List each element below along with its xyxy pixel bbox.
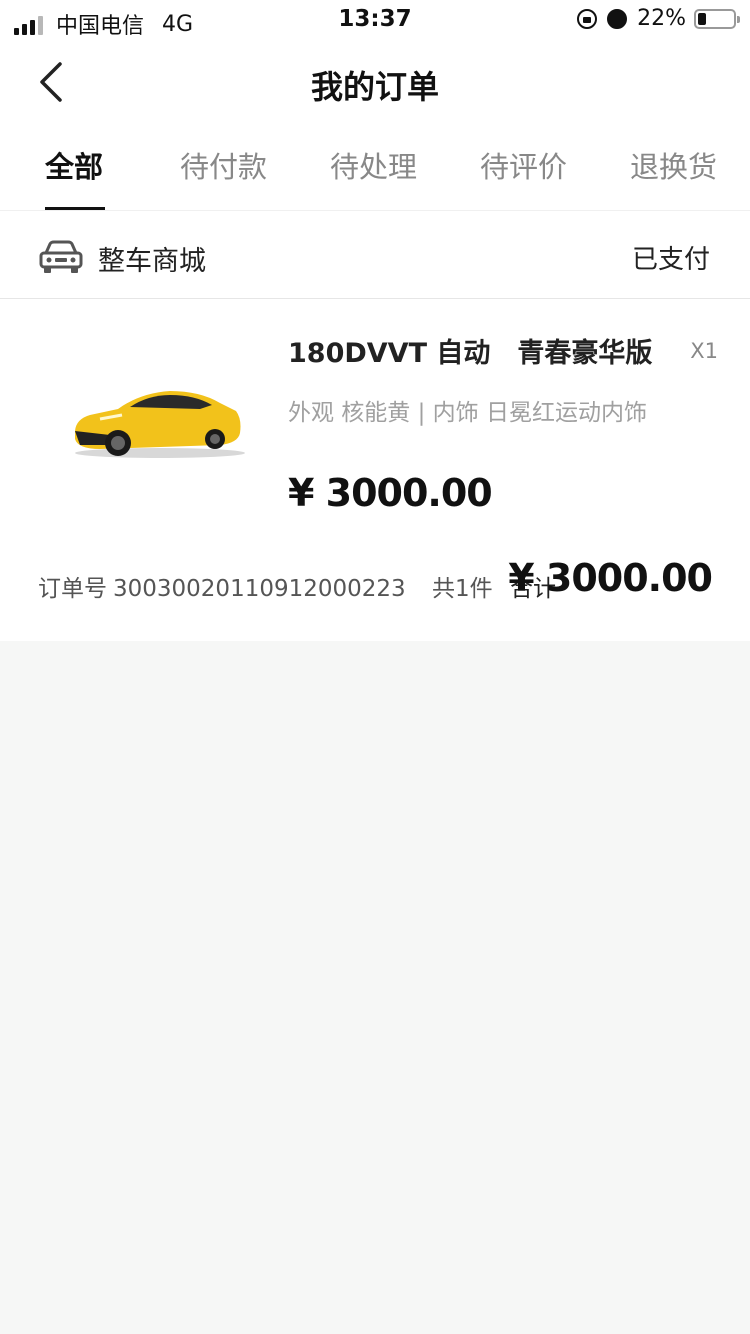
- header-area: 中国电信 4G 13:37 22% 我的订单 全部 待付款 待处理 待评价 退换…: [0, 0, 750, 210]
- order-tabs: 全部 待付款 待处理 待评价 退换货: [0, 126, 750, 210]
- quantity: X1: [690, 339, 718, 363]
- tab-pending-payment[interactable]: 待付款: [180, 144, 267, 186]
- order-status: 已支付: [631, 245, 710, 275]
- shop-header[interactable]: 整车商城 已支付: [0, 210, 750, 299]
- order-number-value: 30030020110912000223: [113, 576, 406, 602]
- product-price: ¥ 3000.00: [288, 471, 493, 515]
- tab-to-review[interactable]: 待评价: [480, 144, 567, 186]
- alarm-icon: [607, 8, 628, 29]
- total-price: ¥ 3000.00: [508, 556, 713, 600]
- battery-percent: 22%: [637, 6, 686, 31]
- tab-all[interactable]: 全部: [45, 144, 103, 186]
- battery-icon: [694, 8, 740, 29]
- tab-processing[interactable]: 待处理: [330, 144, 417, 186]
- order-card[interactable]: 180DVVT 自动 青春豪华版 X1 外观 核能黄 | 内饰 日冕红运动内饰 …: [0, 299, 750, 641]
- page-title: 我的订单: [310, 68, 439, 106]
- item-count: 共1件: [432, 576, 493, 602]
- status-bar: 中国电信 4G 13:37 22%: [0, 0, 750, 42]
- status-right: 22%: [577, 6, 740, 31]
- order-number-label: 订单号: [38, 576, 107, 602]
- order-number: 订单号 30030020110912000223: [38, 569, 406, 603]
- product-title: 180DVVT 自动 青春豪华版: [288, 338, 653, 369]
- nav-bar: 我的订单: [0, 42, 750, 126]
- product-spec: 外观 核能黄 | 内饰 日冕红运动内饰: [288, 400, 647, 426]
- shop-name: 整车商城: [98, 246, 206, 277]
- tab-returns[interactable]: 退换货: [630, 144, 717, 186]
- rotation-lock-icon: [577, 8, 598, 29]
- car-image: [75, 391, 245, 458]
- car-icon: [39, 240, 83, 273]
